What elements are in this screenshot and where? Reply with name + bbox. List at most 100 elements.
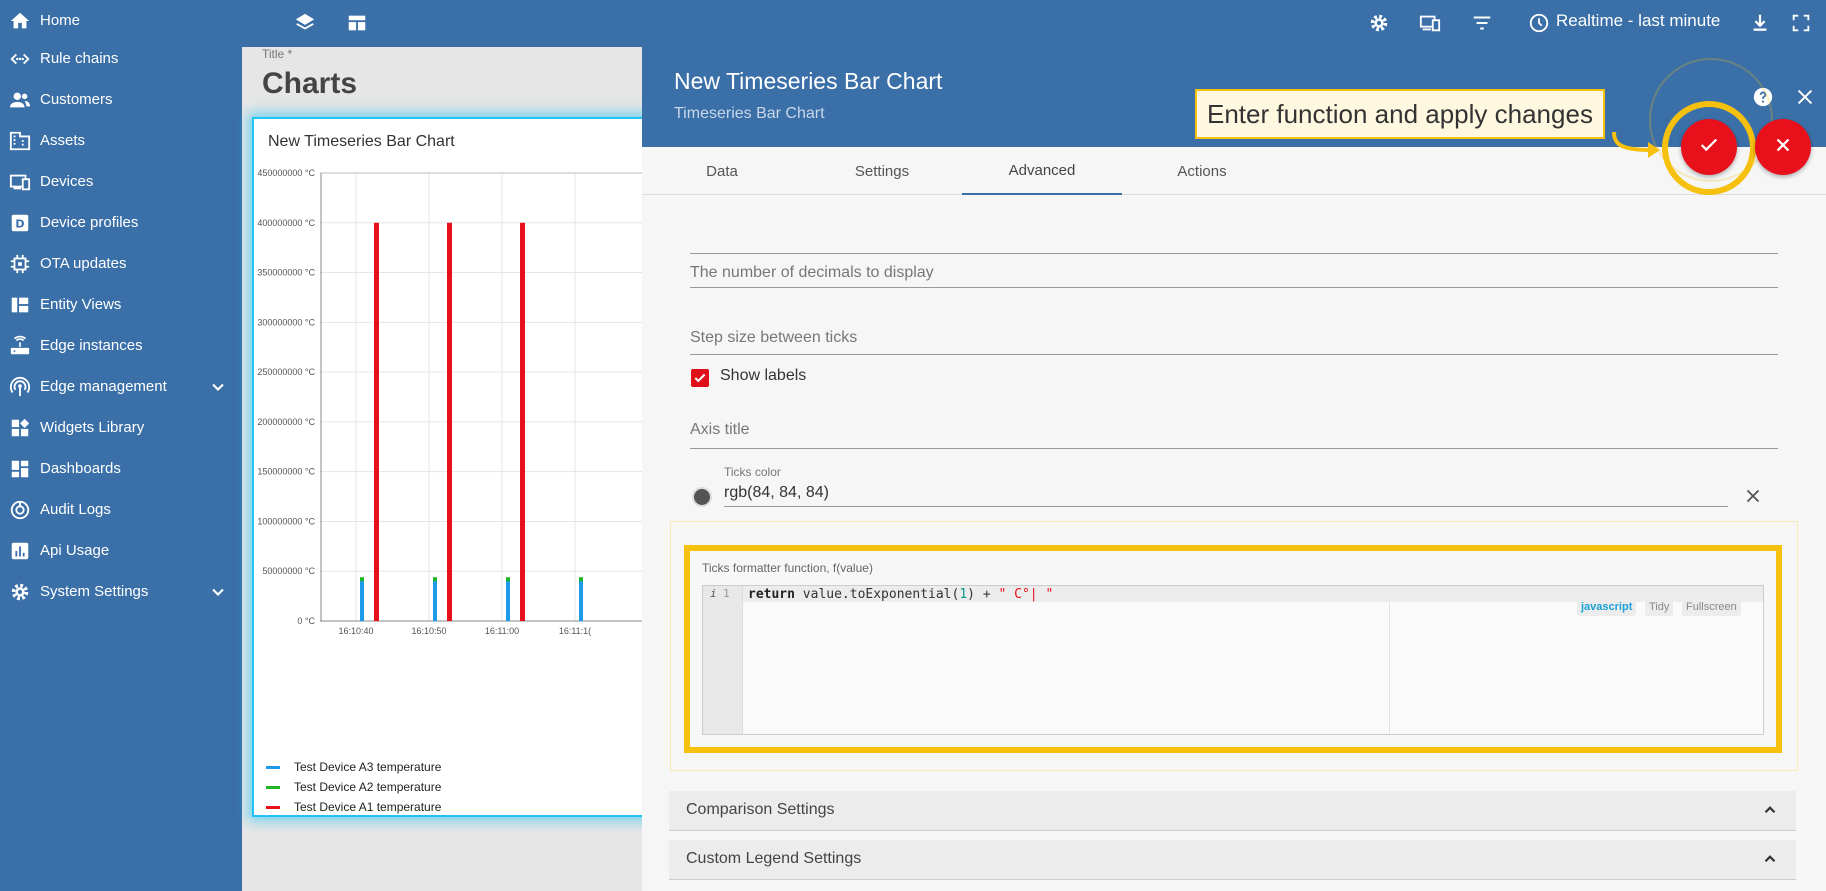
tab-advanced[interactable]: Advanced (962, 147, 1122, 195)
chevron-up-icon[interactable] (1761, 801, 1779, 819)
sidebar-item-edge-instances[interactable]: Edge instances (0, 325, 242, 366)
dashboard-area: Title * Charts New Timeseries Bar Chart … (242, 47, 652, 891)
editor-gutter: i 1 (703, 586, 743, 734)
axis-title-input[interactable]: Axis title (690, 412, 1778, 449)
fullscreen-button[interactable]: Fullscreen (1682, 598, 1741, 616)
decimals-placeholder: The number of decimals to display (690, 264, 934, 281)
close-icon[interactable] (1742, 485, 1764, 507)
sidebar-item-label: Widgets Library (40, 419, 145, 436)
x-tick-label: 16:11:1( (559, 626, 591, 636)
step-size-input[interactable]: Step size between ticks (690, 317, 1778, 355)
sidebar-item-api-usage[interactable]: Api Usage (0, 530, 242, 571)
ticks-formatter-label: Ticks formatter function, f(value) (702, 561, 873, 575)
ota-updates-icon (8, 252, 32, 276)
close-icon[interactable] (1794, 86, 1816, 108)
decimals-input[interactable]: The number of decimals to display (690, 247, 1778, 288)
bar-a3[interactable] (433, 581, 437, 621)
y-tick-label: 0 °C (297, 616, 315, 626)
hint-tooltip: Enter function and apply changes (1195, 89, 1605, 139)
code-editor[interactable]: i 1 return value.toExponential(1) + " C°… (702, 585, 1764, 735)
chevron-down-icon[interactable] (208, 377, 228, 397)
comparison-settings-title: Comparison Settings (686, 801, 835, 818)
ticks-color-swatch[interactable] (692, 487, 712, 507)
sidebar-item-customers[interactable]: Customers (0, 79, 242, 120)
tab-actions[interactable]: Actions (1122, 147, 1282, 195)
layout-icon[interactable] (344, 10, 370, 36)
y-tick-label: 250000000 °C (257, 367, 315, 377)
custom-legend-settings-title: Custom Legend Settings (686, 850, 862, 867)
tidy-button[interactable]: Tidy (1645, 598, 1674, 616)
sidebar-item-label: Devices (40, 173, 94, 190)
title-field-label: Title * (262, 47, 293, 61)
device-profiles-icon: D (8, 211, 32, 235)
fullscreen-icon[interactable] (1788, 10, 1814, 36)
legend-item[interactable]: Test Device A1 temperature (266, 798, 441, 815)
api-usage-icon (8, 539, 32, 563)
sidebar-item-widgets-library[interactable]: Widgets Library (0, 407, 242, 448)
legend-item[interactable]: Test Device A2 temperature (266, 778, 441, 796)
devices-layout-icon[interactable] (1417, 10, 1443, 36)
bar-a1[interactable] (374, 222, 379, 621)
code-string: " C°| " (998, 587, 1054, 602)
info-icon: i (710, 587, 717, 600)
sidebar-item-label: Device profiles (40, 214, 139, 231)
chart-widget[interactable]: New Timeseries Bar Chart 0 °C 50000000 °C… (252, 117, 652, 817)
y-tick-label: 200000000 °C (257, 417, 315, 427)
filter-icon[interactable] (1469, 10, 1495, 36)
y-tick-label: 100000000 °C (257, 516, 315, 526)
page-title: Charts (262, 67, 358, 100)
sidebar-item-home[interactable]: Home (0, 0, 242, 41)
bar-a1[interactable] (447, 222, 452, 621)
sidebar-item-system-settings[interactable]: System Settings (0, 571, 242, 612)
legend-item[interactable]: Test Device A3 temperature (266, 758, 441, 776)
gear-icon (8, 580, 32, 604)
download-icon[interactable] (1747, 10, 1773, 36)
x-tick-label: 16:10:40 (338, 626, 373, 636)
cancel-button[interactable] (1755, 119, 1811, 175)
sidebar-item-rule-chains[interactable]: Rule chains (0, 38, 242, 79)
rule-chains-icon (8, 47, 32, 71)
sidebar-item-entity-views[interactable]: Entity Views (0, 284, 242, 325)
sidebar-item-label: Edge management (40, 378, 167, 395)
sidebar: Home Rule chains Customers Assets Device… (0, 0, 242, 891)
ticks-color-input[interactable]: rgb(84, 84, 84) (724, 481, 1728, 507)
sidebar-item-dashboards[interactable]: Dashboards (0, 448, 242, 489)
sidebar-item-ota-updates[interactable]: OTA updates (0, 243, 242, 284)
chevron-down-icon[interactable] (208, 582, 228, 602)
customers-icon (8, 88, 32, 112)
show-labels-checkbox[interactable] (691, 369, 709, 387)
legend-swatch (266, 805, 280, 809)
language-button[interactable]: javascript (1577, 598, 1637, 616)
code-number: 1 (959, 587, 968, 602)
tab-settings[interactable]: Settings (802, 147, 962, 195)
comparison-settings-panel[interactable]: Comparison Settings (669, 791, 1796, 831)
bar-a3[interactable] (506, 581, 510, 621)
sidebar-item-devices[interactable]: Devices (0, 161, 242, 202)
sidebar-item-device-profiles[interactable]: D Device profiles (0, 202, 242, 243)
sidebar-item-edge-management[interactable]: Edge management (0, 366, 242, 407)
sidebar-item-label: Assets (40, 132, 86, 149)
legend-swatch (266, 785, 280, 789)
layers-icon[interactable] (292, 10, 318, 36)
custom-legend-settings-panel[interactable]: Custom Legend Settings (669, 840, 1796, 880)
timewindow-label[interactable]: Realtime - last minute (1556, 11, 1720, 31)
sidebar-item-audit-logs[interactable]: Audit Logs (0, 489, 242, 530)
audit-logs-icon (8, 498, 32, 522)
panel-subtitle: Timeseries Bar Chart (674, 105, 825, 122)
axis-title-placeholder: Axis title (690, 421, 750, 438)
y-tick-label: 450000000 °C (257, 168, 315, 178)
settings-gear-icon[interactable] (1366, 10, 1392, 36)
y-tick-label: 400000000 °C (257, 218, 315, 228)
sidebar-item-assets[interactable]: Assets (0, 120, 242, 161)
chevron-up-icon[interactable] (1761, 850, 1779, 868)
bar-a3[interactable] (360, 581, 364, 621)
hint-arrow-icon (1612, 131, 1660, 158)
clock-icon[interactable] (1526, 10, 1552, 36)
apply-button[interactable] (1681, 119, 1737, 175)
code-text[interactable]: return value.toExponential(1) + " C°| " (748, 587, 1053, 602)
tab-data[interactable]: Data (642, 147, 802, 195)
legend-label: Test Device A3 temperature (294, 760, 442, 774)
bar-a3[interactable] (579, 581, 583, 621)
bar-a1[interactable] (520, 222, 525, 621)
legend-swatch (266, 765, 280, 769)
